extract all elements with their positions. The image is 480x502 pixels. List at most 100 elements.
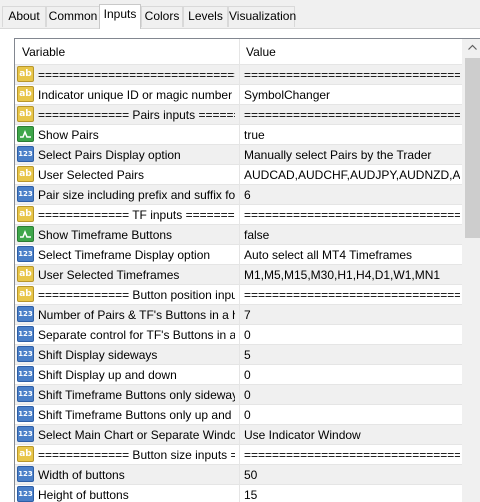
variable-name: Select Timeframe Display option — [38, 248, 211, 262]
variable-name: Shift Timeframe Buttons only up and down — [38, 408, 235, 422]
cell-separator — [239, 165, 240, 185]
bool-icon — [17, 226, 34, 242]
number-icon: 123 — [17, 426, 34, 442]
input-row[interactable]: 123 Select Main Chart or Separate Window U… — [15, 425, 462, 445]
variable-value[interactable]: 0 — [244, 365, 460, 385]
input-row[interactable]: 123 Shift Timeframe Buttons only sideways… — [15, 385, 462, 405]
variable-name: Select Main Chart or Separate Window — [38, 428, 235, 442]
cell-separator — [239, 205, 240, 225]
variable-value[interactable]: AUDCAD,AUDCHF,AUDJPY,AUDNZD,AUDUSD — [244, 165, 460, 185]
bool-icon — [17, 126, 34, 142]
string-icon: ab — [17, 286, 34, 302]
tab-inputs[interactable]: Inputs — [99, 4, 141, 29]
variable-name: ============= Button position inputs ===… — [38, 288, 235, 302]
tab-levels[interactable]: Levels — [183, 6, 228, 27]
cell-separator — [239, 85, 240, 105]
variable-value[interactable]: 6 — [244, 185, 460, 205]
variable-name: Separate control for TF's Buttons in a h… — [38, 328, 235, 342]
variable-name: Number of Pairs & TF's Buttons in a hori… — [38, 308, 235, 322]
variable-name: Pair size including prefix and suffix fo… — [38, 188, 235, 202]
variable-name: Show Pairs — [38, 128, 99, 142]
input-row[interactable]: 123 Number of Pairs & TF's Buttons in a h… — [15, 305, 462, 325]
variable-value[interactable]: Manually select Pairs by the Trader — [244, 145, 460, 165]
number-icon: 123 — [17, 346, 34, 362]
number-icon: 123 — [17, 326, 34, 342]
input-row[interactable]: Show Timeframe Buttons false — [15, 225, 462, 245]
variable-value[interactable]: 7 — [244, 305, 460, 325]
cell-separator — [239, 245, 240, 265]
number-icon: 123 — [17, 386, 34, 402]
variable-value[interactable]: M1,M5,M15,M30,H1,H4,D1,W1,MN1 — [244, 265, 460, 285]
input-row[interactable]: 123 Height of buttons 15 — [15, 485, 462, 502]
cell-separator — [239, 145, 240, 165]
variable-value[interactable]: ================================ — [244, 65, 460, 85]
tab-colors[interactable]: Colors — [141, 6, 183, 27]
cell-separator — [239, 125, 240, 145]
tab-about[interactable]: About — [2, 6, 46, 27]
variable-name: ============================== — [38, 68, 235, 82]
variable-value[interactable]: 0 — [244, 405, 460, 425]
cell-separator — [239, 285, 240, 305]
cell-separator — [239, 65, 240, 85]
variable-name: Select Pairs Display option — [38, 148, 181, 162]
variable-value[interactable]: ================================ — [244, 445, 460, 465]
tab-visualization[interactable]: Visualization — [228, 6, 296, 27]
input-row[interactable]: 123 Separate control for TF's Buttons in … — [15, 325, 462, 345]
number-icon: 123 — [17, 306, 34, 322]
string-icon: ab — [17, 206, 34, 222]
input-row[interactable]: 123 Pair size including prefix and suffix… — [15, 185, 462, 205]
variable-value[interactable]: ================================ — [244, 285, 460, 305]
number-icon: 123 — [17, 146, 34, 162]
number-icon: 123 — [17, 466, 34, 482]
variable-value[interactable]: ================================ — [244, 105, 460, 125]
cell-separator — [239, 445, 240, 465]
variable-value[interactable]: 0 — [244, 325, 460, 345]
input-row[interactable]: 123 Select Pairs Display option Manually s… — [15, 145, 462, 165]
cell-separator — [239, 305, 240, 325]
variable-value[interactable]: 0 — [244, 385, 460, 405]
variable-value[interactable]: SymbolChanger — [244, 85, 460, 105]
input-row[interactable]: 123 Shift Display sideways 5 — [15, 345, 462, 365]
string-icon: ab — [17, 266, 34, 282]
variable-value[interactable]: 15 — [244, 485, 460, 502]
vertical-scrollbar[interactable] — [462, 39, 480, 502]
variable-value[interactable]: 5 — [244, 345, 460, 365]
input-row[interactable]: ab ============= Pairs inputs ===== ======… — [15, 105, 462, 125]
cell-separator — [239, 225, 240, 245]
variable-value[interactable]: true — [244, 125, 460, 145]
cell-separator — [239, 345, 240, 365]
input-row[interactable]: 123 Width of buttons 50 — [15, 465, 462, 485]
variable-value[interactable]: Auto select all MT4 Timeframes — [244, 245, 460, 265]
input-row[interactable]: ab ============= TF inputs ======= =======… — [15, 205, 462, 225]
input-row[interactable]: 123 Select Timeframe Display option Auto s… — [15, 245, 462, 265]
variable-name: Shift Display up and down — [38, 368, 177, 382]
input-row[interactable]: 123 Shift Display up and down 0 — [15, 365, 462, 385]
tab-common[interactable]: Common — [46, 6, 100, 27]
input-row[interactable]: Show Pairs true — [15, 125, 462, 145]
grid-header: Variable Value — [15, 39, 462, 65]
variable-value[interactable]: 50 — [244, 465, 460, 485]
inputs-grid: Variable Value ab =======================… — [14, 38, 480, 502]
number-icon: 123 — [17, 486, 34, 502]
variable-value[interactable]: false — [244, 225, 460, 245]
input-row[interactable]: 123 Shift Timeframe Buttons only up and d… — [15, 405, 462, 425]
variable-name: Shift Timeframe Buttons only sideways — [38, 388, 235, 402]
scroll-up-button[interactable] — [463, 39, 480, 56]
variable-name: User Selected Timeframes — [38, 268, 180, 282]
input-row[interactable]: ab ============= Button size inputs =====… — [15, 445, 462, 465]
number-icon: 123 — [17, 406, 34, 422]
variable-value[interactable]: Use Indicator Window — [244, 425, 460, 445]
column-header-value[interactable]: Value — [239, 39, 462, 65]
input-row[interactable]: ab ============================== ========… — [15, 65, 462, 85]
string-icon: ab — [17, 446, 34, 462]
variable-name: Shift Display sideways — [38, 348, 158, 362]
cell-separator — [239, 105, 240, 125]
input-row[interactable]: ab User Selected Timeframes M1,M5,M15,M30,… — [15, 265, 462, 285]
input-row[interactable]: ab Indicator unique ID or magic number Sym… — [15, 85, 462, 105]
input-row[interactable]: ab ============= Button position inputs =… — [15, 285, 462, 305]
input-row[interactable]: ab User Selected Pairs AUDCAD,AUDCHF,AUDJP… — [15, 165, 462, 185]
column-header-variable[interactable]: Variable — [15, 39, 239, 65]
variable-name: Indicator unique ID or magic number — [38, 88, 233, 102]
scroll-thumb[interactable] — [465, 58, 480, 238]
variable-value[interactable]: ================================ — [244, 205, 460, 225]
